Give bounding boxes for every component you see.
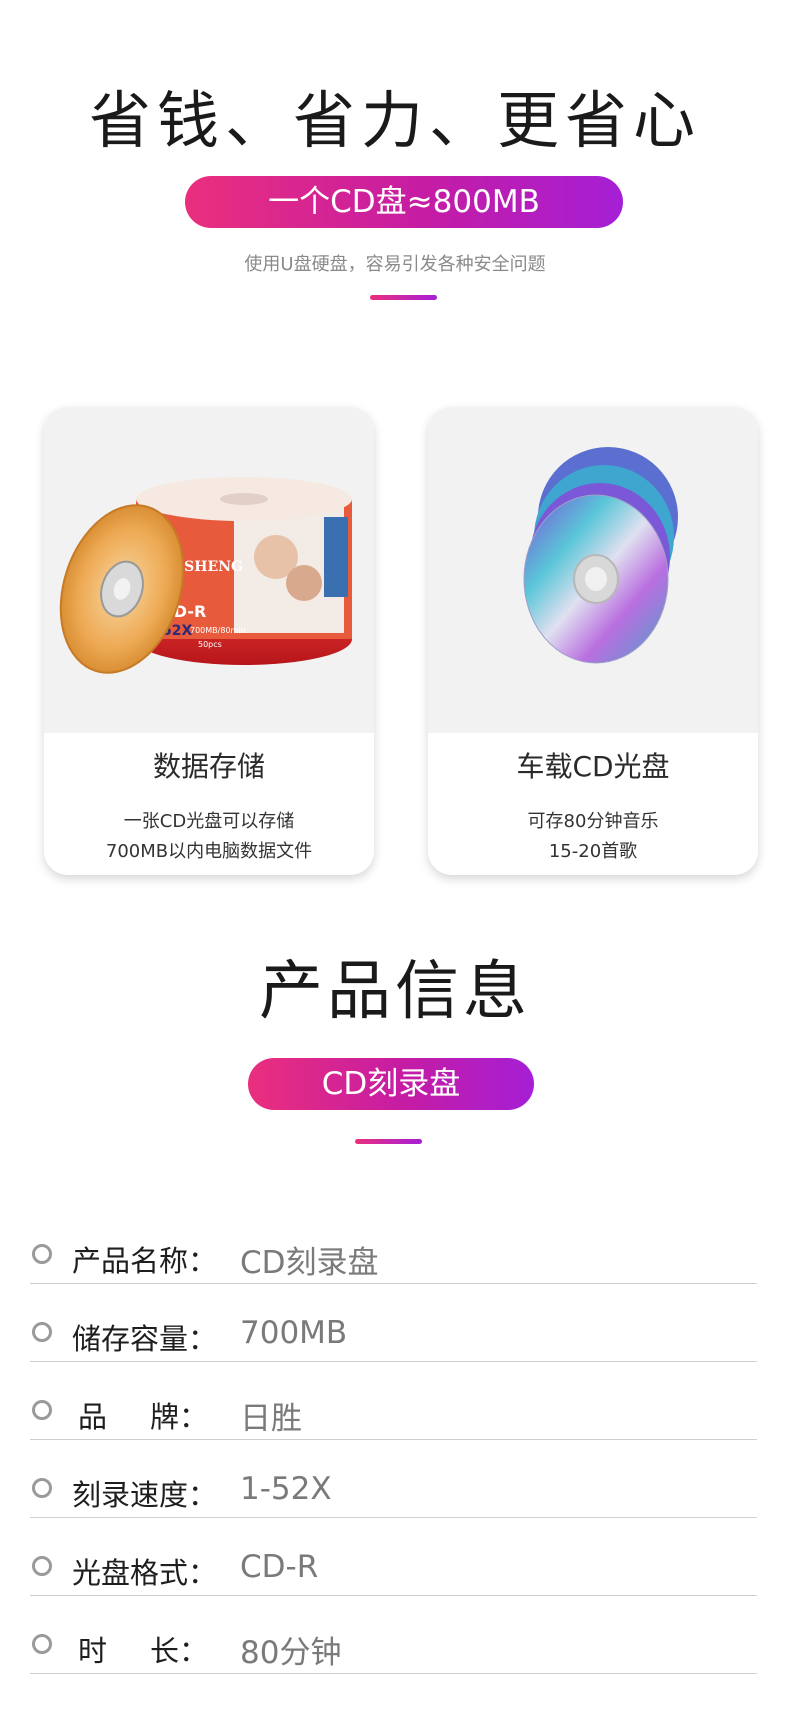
card-desc-line1: 一张CD光盘可以存储	[123, 811, 295, 832]
cd-spindle-image: RISHENG CD-R 52X 700MB/80min 50pcs	[44, 407, 374, 733]
section-title: 产品信息	[259, 955, 531, 1029]
spec-label-part: 时	[78, 1634, 108, 1668]
spec-row-duration: 时 长： 80分钟	[30, 1596, 757, 1674]
capacity-print: 700MB/80min	[190, 626, 246, 635]
count-print: 50pcs	[198, 640, 222, 649]
spec-label: 时 长：	[72, 1628, 208, 1670]
hero-subtitle: 使用U盘硬盘，容易引发各种安全问题	[244, 254, 546, 275]
bullet-circle-icon	[32, 1322, 52, 1342]
spec-value: 80分钟	[240, 1635, 342, 1671]
card-title: 数据存储	[152, 750, 265, 783]
spec-label-part: 牌：	[149, 1400, 208, 1434]
card-title: 车载CD光盘	[516, 750, 670, 783]
section-divider	[355, 1139, 422, 1144]
feature-card-car-cd: 车载CD光盘 可存80分钟音乐 15-20首歌	[428, 407, 758, 875]
spec-label: 光盘格式：	[72, 1556, 218, 1590]
spec-value: 日胜	[240, 1401, 302, 1437]
hero-title: 省钱、省力、更省心	[88, 84, 701, 157]
spec-row-format: 光盘格式： CD-R	[30, 1518, 757, 1596]
spec-label: 产品名称：	[72, 1244, 218, 1278]
spec-value: CD-R	[240, 1549, 319, 1585]
spec-row-speed: 刻录速度： 1-52X	[30, 1440, 757, 1518]
bullet-circle-icon	[32, 1634, 52, 1654]
product-detail-page: 省钱、省力、更省心 一个CD盘≈800MB 使用U盘硬盘，容易引发各种安全问题	[0, 0, 790, 1710]
spec-value: CD刻录盘	[240, 1245, 379, 1281]
spec-row-name: 产品名称： CD刻录盘	[30, 1206, 757, 1284]
product-type-pill: CD刻录盘	[248, 1058, 534, 1110]
card-desc-line2: 15-20首歌	[548, 841, 638, 862]
bullet-circle-icon	[32, 1556, 52, 1576]
bullet-circle-icon	[32, 1244, 52, 1264]
feature-card-storage: RISHENG CD-R 52X 700MB/80min 50pcs 数据存储 …	[44, 407, 374, 875]
spec-label: 刻录速度：	[72, 1478, 218, 1512]
spec-label-part: 品	[78, 1400, 108, 1434]
spec-label-part: 长：	[149, 1634, 208, 1668]
spec-row-capacity: 储存容量： 700MB	[30, 1284, 757, 1362]
bullet-circle-icon	[32, 1478, 52, 1498]
capacity-pill: 一个CD盘≈800MB	[185, 176, 623, 228]
spec-label: 品 牌：	[72, 1394, 208, 1436]
spec-value: 1-52X	[240, 1471, 332, 1507]
bullet-circle-icon	[32, 1400, 52, 1420]
card-desc-line2: 700MB以内电脑数据文件	[105, 841, 313, 862]
spec-row-brand: 品 牌： 日胜	[30, 1362, 757, 1440]
disc-stack-image	[428, 407, 758, 733]
spec-label: 储存容量：	[72, 1322, 218, 1356]
section-divider	[370, 295, 437, 300]
card-desc-line1: 可存80分钟音乐	[527, 811, 659, 832]
spec-value: 700MB	[240, 1315, 348, 1351]
